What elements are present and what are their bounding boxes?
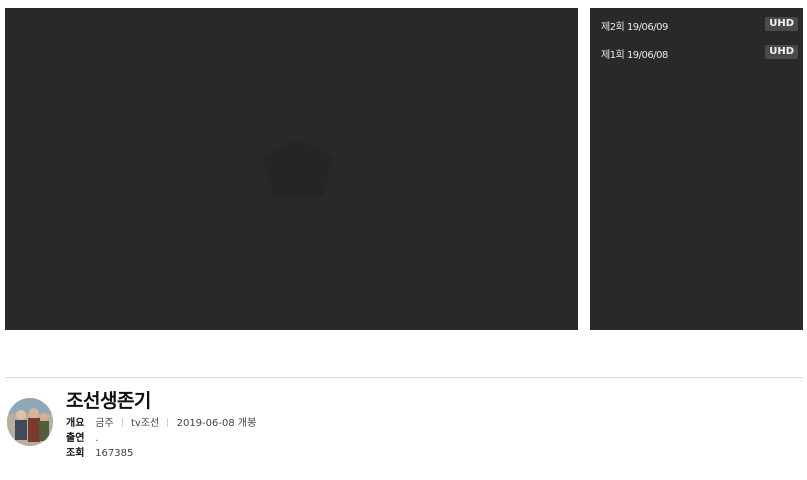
broadcaster-logo-icon <box>263 140 333 196</box>
channel-value: tv조선 <box>130 418 160 429</box>
uhd-badge: UHD <box>765 17 798 31</box>
episode-list: 제2회 19/06/09 UHD 제1회 19/06/08 UHD <box>590 8 803 330</box>
section-divider <box>5 377 803 378</box>
genre-value: 금주 <box>95 418 114 429</box>
episode-item[interactable]: 제2회 19/06/09 UHD <box>590 10 803 38</box>
episode-label: 제2회 19/06/09 <box>601 22 668 33</box>
premiere-value: 2019-06-08 개봉 <box>176 418 257 429</box>
video-player[interactable] <box>5 8 578 330</box>
views-row: 조회 167385 <box>66 447 133 461</box>
program-title: 조선생존기 <box>66 390 151 412</box>
overview-label: 개요 <box>66 418 85 429</box>
views-value: 167385 <box>95 448 134 459</box>
views-label: 조회 <box>66 448 85 459</box>
program-poster-icon <box>7 398 53 446</box>
episode-item[interactable]: 제1회 19/06/08 UHD <box>590 38 803 66</box>
meta-separator <box>121 418 123 427</box>
cast-label: 출연 <box>66 433 85 444</box>
vod-page: 제2회 19/06/09 UHD 제1회 19/06/08 UHD 조선생존기 … <box>0 0 807 480</box>
meta-separator <box>167 418 169 427</box>
cast-row: 출연 . <box>66 432 98 446</box>
episode-label: 제1회 19/06/08 <box>601 50 668 61</box>
uhd-badge: UHD <box>765 45 798 59</box>
overview-row: 개요 금주 tv조선 2019-06-08 개봉 <box>66 417 256 431</box>
cast-value: . <box>95 433 99 444</box>
